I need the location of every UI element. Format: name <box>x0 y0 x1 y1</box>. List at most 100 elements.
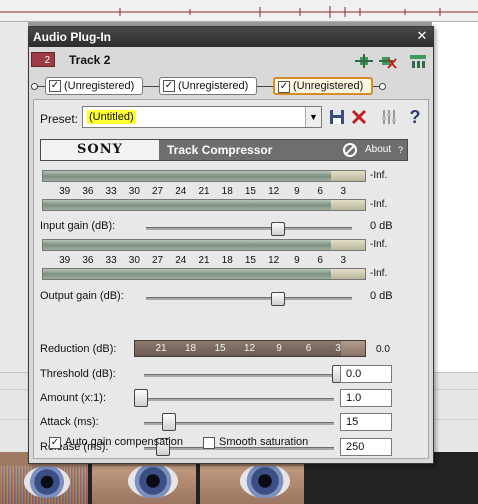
meter-scale-tick: 21 <box>198 255 210 266</box>
plugin-slot-1[interactable]: ✓ (Unregistered) <box>45 77 143 95</box>
amount-slider[interactable] <box>134 389 148 407</box>
meter-scale-tick: 24 <box>175 255 187 266</box>
meter-scale-tick: 6 <box>317 255 323 266</box>
plugin-slot-label: (Unregistered) <box>178 80 249 92</box>
brand-logo: SONY <box>41 140 159 160</box>
about-help-icon[interactable]: ? <box>398 140 403 160</box>
input-meter-scale: 39 36 33 30 27 24 21 18 15 12 9 6 3 <box>42 185 366 199</box>
reduction-value: 0.0 <box>376 344 390 355</box>
threshold-input[interactable]: 0.0 <box>340 365 392 383</box>
plugin-chain-icon[interactable] <box>355 53 373 69</box>
meter-scale-tick: 9 <box>294 255 300 266</box>
audio-plugin-window: Audio Plug-In ✕ 2 Track 2 ✓ (Unregistere… <box>28 26 434 464</box>
input-gain-slider[interactable] <box>270 222 285 236</box>
meter-scale-tick: 33 <box>105 186 117 197</box>
input-meter-right-peak: -Inf. <box>370 199 388 210</box>
meter-scale-tick: 3 <box>340 255 347 266</box>
plugin-header: SONY Track Compressor About ? <box>40 139 408 161</box>
reduction-scale-tick: 3 <box>335 343 341 354</box>
window-titlebar[interactable]: Audio Plug-In ✕ <box>29 27 433 47</box>
meter-scale-tick: 27 <box>151 255 164 266</box>
output-meter-left <box>42 239 366 251</box>
waveform-strip <box>0 6 478 18</box>
smooth-saturation-label: Smooth saturation <box>219 436 309 448</box>
help-icon[interactable]: ? <box>406 108 424 126</box>
meter-scale-tick: 3 <box>340 186 347 197</box>
reduction-scale-tick: 15 <box>214 343 226 354</box>
release-input[interactable]: 250 <box>340 438 392 456</box>
smooth-saturation-checkbox[interactable] <box>203 437 215 449</box>
input-gain-track[interactable] <box>146 227 352 230</box>
input-meter-right <box>42 199 366 211</box>
chevron-down-icon[interactable]: ▼ <box>305 107 321 127</box>
plugin-slot-3[interactable]: ✓ (Unregistered) <box>273 77 373 95</box>
about-button[interactable]: About <box>365 140 391 160</box>
meter-scale-tick: 21 <box>198 186 210 197</box>
preset-dropdown[interactable]: (Untitled) ▼ <box>82 106 322 128</box>
meter-scale-tick: 36 <box>82 186 94 197</box>
remove-plugin-icon[interactable] <box>379 53 397 69</box>
amount-input[interactable]: 1.0 <box>340 389 392 407</box>
attack-label: Attack (ms): <box>40 416 99 428</box>
output-meter-right-peak: -Inf. <box>370 268 388 279</box>
meter-scale-tick: 18 <box>221 186 233 197</box>
track-name: Track 2 <box>69 53 111 67</box>
chain-start-dot <box>31 83 38 90</box>
meter-scale-tick: 39 <box>59 186 71 197</box>
output-meter-left-peak: -Inf. <box>370 239 388 250</box>
meter-scale-tick: 33 <box>105 255 117 266</box>
meter-scale-tick: 12 <box>268 186 280 197</box>
input-gain-label: Input gain (dB): <box>40 220 116 232</box>
meter-scale-tick: 39 <box>59 255 71 266</box>
threshold-track[interactable] <box>144 374 334 377</box>
meter-scale-tick: 30 <box>128 255 140 266</box>
meter-scale-tick: 36 <box>82 255 94 266</box>
meter-scale-tick: 27 <box>151 186 164 197</box>
threshold-label: Threshold (dB): <box>40 368 116 380</box>
track-number-badge: 2 <box>31 52 55 67</box>
meter-scale-tick: 9 <box>294 186 300 197</box>
delete-icon[interactable] <box>350 108 368 126</box>
input-gain-value: 0 dB <box>370 220 393 232</box>
properties-icon[interactable] <box>380 108 398 126</box>
meter-scale-tick: 18 <box>221 255 233 266</box>
attack-slider[interactable] <box>161 413 176 431</box>
output-gain-track[interactable] <box>146 297 352 300</box>
plugin-enable-checkbox[interactable]: ✓ <box>163 80 175 92</box>
meter-scale-tick: 15 <box>244 186 256 197</box>
amount-label: Amount (x:1): <box>40 392 107 404</box>
about-icon[interactable] <box>343 143 357 157</box>
meter-scale-tick: 30 <box>128 186 140 197</box>
meter-scale-tick: 24 <box>175 186 187 197</box>
plugin-enable-checkbox[interactable]: ✓ <box>278 81 290 93</box>
plugin-slot-label: (Unregistered) <box>293 80 364 92</box>
preset-value: (Untitled) <box>87 110 136 124</box>
amount-track[interactable] <box>144 398 334 401</box>
chain-end-dot <box>379 83 386 90</box>
reduction-scale-tick: 12 <box>243 343 256 354</box>
meter-scale-tick: 15 <box>244 255 256 266</box>
track-list-area <box>0 22 28 372</box>
reduction-label: Reduction (dB): <box>40 343 117 355</box>
plugin-chain: ✓ (Unregistered) ✓ (Unregistered) ✓ (Unr… <box>29 75 433 97</box>
track-row: 2 Track 2 <box>29 47 433 73</box>
meter-scale-tick: 12 <box>268 255 280 266</box>
plugin-enable-checkbox[interactable]: ✓ <box>49 80 61 92</box>
auto-gain-checkbox[interactable]: ✓ <box>49 437 61 449</box>
attack-input[interactable]: 15 <box>340 413 392 431</box>
save-icon[interactable] <box>328 108 346 126</box>
preset-label: Preset: <box>40 112 79 126</box>
plugin-slot-2[interactable]: ✓ (Unregistered) <box>159 77 257 95</box>
bypass-icon[interactable] <box>409 53 427 69</box>
reduction-scale-tick: 21 <box>155 343 167 354</box>
window-title: Audio Plug-In <box>33 30 111 44</box>
reduction-meter: 21 18 15 12 9 6 3 <box>134 340 366 357</box>
close-icon[interactable]: ✕ <box>415 29 429 43</box>
input-meter-left-peak: -Inf. <box>370 170 388 181</box>
auto-gain-label: Auto gain compensation <box>65 436 184 448</box>
output-gain-slider[interactable] <box>270 292 285 306</box>
output-gain-label: Output gain (dB): <box>40 290 124 302</box>
plugin-slot-label: (Unregistered) <box>64 80 135 92</box>
output-meter-right <box>42 268 366 280</box>
compressor-panel: Preset: (Untitled) ▼ ? SONY Track Compre… <box>33 99 429 459</box>
